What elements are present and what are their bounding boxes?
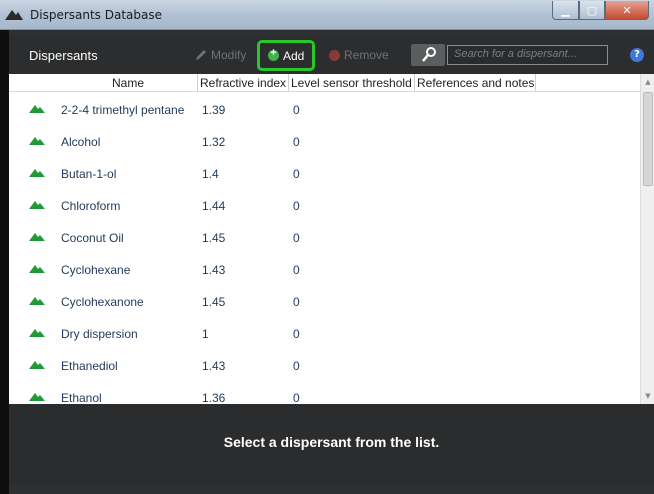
table-row[interactable]: Cyclohexane 1.43 0 xyxy=(9,253,639,285)
plus-circle-icon xyxy=(268,47,279,61)
mountain-icon xyxy=(29,361,45,369)
refractive-index-value: 1.39 xyxy=(202,103,226,117)
table-row[interactable]: Coconut Oil 1.45 0 xyxy=(9,221,639,253)
column-separator[interactable] xyxy=(535,74,536,92)
remove-label: Remove xyxy=(344,48,389,62)
refractive-index-value: 1.36 xyxy=(202,391,226,404)
level-sensor-threshold-value: 0 xyxy=(293,327,300,341)
search-input[interactable]: Search for a dispersant... xyxy=(447,45,608,65)
column-separator[interactable] xyxy=(197,74,198,92)
add-label: Add xyxy=(283,48,305,63)
search-button[interactable] xyxy=(411,44,445,66)
dispersant-name: 2-2-4 trimethyl pentane xyxy=(61,103,185,117)
level-sensor-threshold-value: 0 xyxy=(293,135,300,149)
remove-button[interactable]: Remove xyxy=(329,48,389,62)
maximize-button[interactable]: ▢ xyxy=(579,1,605,20)
mountain-icon xyxy=(29,297,45,305)
minus-circle-icon xyxy=(329,49,340,61)
dispersant-name: Chloroform xyxy=(61,199,121,213)
minimize-button[interactable]: ▁ xyxy=(552,1,579,20)
title-bar: Dispersants Database ▁ ▢ ✕ xyxy=(0,0,654,30)
refractive-index-value: 1.44 xyxy=(202,199,226,213)
vertical-scrollbar[interactable]: ▲ ▼ xyxy=(640,74,654,404)
toolbar: Dispersants Modify Add Remove Search for… xyxy=(9,37,654,74)
scrollbar-thumb[interactable] xyxy=(643,92,653,186)
column-separator[interactable] xyxy=(414,74,415,92)
level-sensor-threshold-value: 0 xyxy=(293,167,300,181)
column-header-level-sensor-threshold[interactable]: Level sensor threshold xyxy=(291,76,412,90)
dispersant-name: Dry dispersion xyxy=(61,327,138,341)
level-sensor-threshold-value: 0 xyxy=(293,103,300,117)
add-button[interactable]: Add xyxy=(257,40,316,71)
mountain-icon xyxy=(29,169,45,177)
level-sensor-threshold-value: 0 xyxy=(293,359,300,373)
modify-label: Modify xyxy=(211,48,247,62)
dispersant-name: Cyclohexanone xyxy=(61,295,144,309)
maximize-icon: ▢ xyxy=(586,3,598,17)
level-sensor-threshold-value: 0 xyxy=(293,199,300,213)
mountain-icon xyxy=(29,329,45,337)
table-row[interactable]: Ethanediol 1.43 0 xyxy=(9,349,639,381)
table-header: Name Refractive index Level sensor thres… xyxy=(9,74,654,92)
refractive-index-value: 1.4 xyxy=(202,167,219,181)
level-sensor-threshold-value: 0 xyxy=(293,231,300,245)
help-icon[interactable]: ? xyxy=(630,48,644,62)
level-sensor-threshold-value: 0 xyxy=(293,391,300,404)
selection-prompt: Select a dispersant from the list. xyxy=(223,434,440,450)
mountain-icon xyxy=(29,137,45,145)
table-row[interactable]: Dry dispersion 1 0 xyxy=(9,317,639,349)
details-panel: Select a dispersant from the list. xyxy=(9,404,654,485)
refractive-index-value: 1.45 xyxy=(202,295,226,309)
table-row[interactable]: Chloroform 1.44 0 xyxy=(9,189,639,221)
dispersant-name: Ethanol xyxy=(61,391,102,404)
close-icon: ✕ xyxy=(622,3,632,17)
pencil-icon xyxy=(196,50,206,60)
modify-button[interactable]: Modify xyxy=(195,48,246,62)
toolbar-title: Dispersants xyxy=(29,48,98,63)
refractive-index-value: 1.32 xyxy=(202,135,226,149)
table-row[interactable]: Ethanol 1.36 0 xyxy=(9,381,639,404)
mountain-icon xyxy=(29,201,45,209)
dispersants-table: Name Refractive index Level sensor thres… xyxy=(9,74,654,404)
refractive-index-value: 1.43 xyxy=(202,263,226,277)
mountain-icon xyxy=(29,233,45,241)
column-header-references-notes[interactable]: References and notes xyxy=(417,76,534,90)
scroll-down-icon[interactable]: ▼ xyxy=(644,392,652,400)
minimize-icon: ▁ xyxy=(561,3,570,17)
search-placeholder: Search for a dispersant... xyxy=(454,48,577,60)
magnifier-icon xyxy=(422,47,436,62)
refractive-index-value: 1 xyxy=(202,327,209,341)
mountain-icon xyxy=(29,105,45,113)
scroll-up-icon[interactable]: ▲ xyxy=(644,78,652,86)
mountain-icon xyxy=(29,265,45,273)
column-header-name[interactable]: Name xyxy=(112,76,144,90)
dispersant-name: Alcohol xyxy=(61,135,101,149)
level-sensor-threshold-value: 0 xyxy=(293,263,300,277)
table-row[interactable]: Cyclohexanone 1.45 0 xyxy=(9,285,639,317)
table-row[interactable]: 2-2-4 trimethyl pentane 1.39 0 xyxy=(9,93,639,125)
refractive-index-value: 1.43 xyxy=(202,359,226,373)
column-header-refractive-index[interactable]: Refractive index xyxy=(200,76,286,90)
table-row[interactable]: Butan-1-ol 1.4 0 xyxy=(9,157,639,189)
refractive-index-value: 1.45 xyxy=(202,231,226,245)
dispersant-name: Cyclohexane xyxy=(61,263,131,277)
column-separator[interactable] xyxy=(288,74,289,92)
close-button[interactable]: ✕ xyxy=(605,1,649,20)
dispersant-name: Ethanediol xyxy=(61,359,118,373)
dispersant-name: Coconut Oil xyxy=(61,231,124,245)
table-row[interactable]: Alcohol 1.32 0 xyxy=(9,125,639,157)
mountain-icon xyxy=(29,393,45,401)
dispersant-name: Butan-1-ol xyxy=(61,167,117,181)
mountain-icon xyxy=(5,10,23,20)
window-title: Dispersants Database xyxy=(30,8,162,22)
left-edge xyxy=(0,30,9,494)
dispersants-window: Dispersants Database ▁ ▢ ✕ Dispersants M… xyxy=(0,0,654,494)
level-sensor-threshold-value: 0 xyxy=(293,295,300,309)
